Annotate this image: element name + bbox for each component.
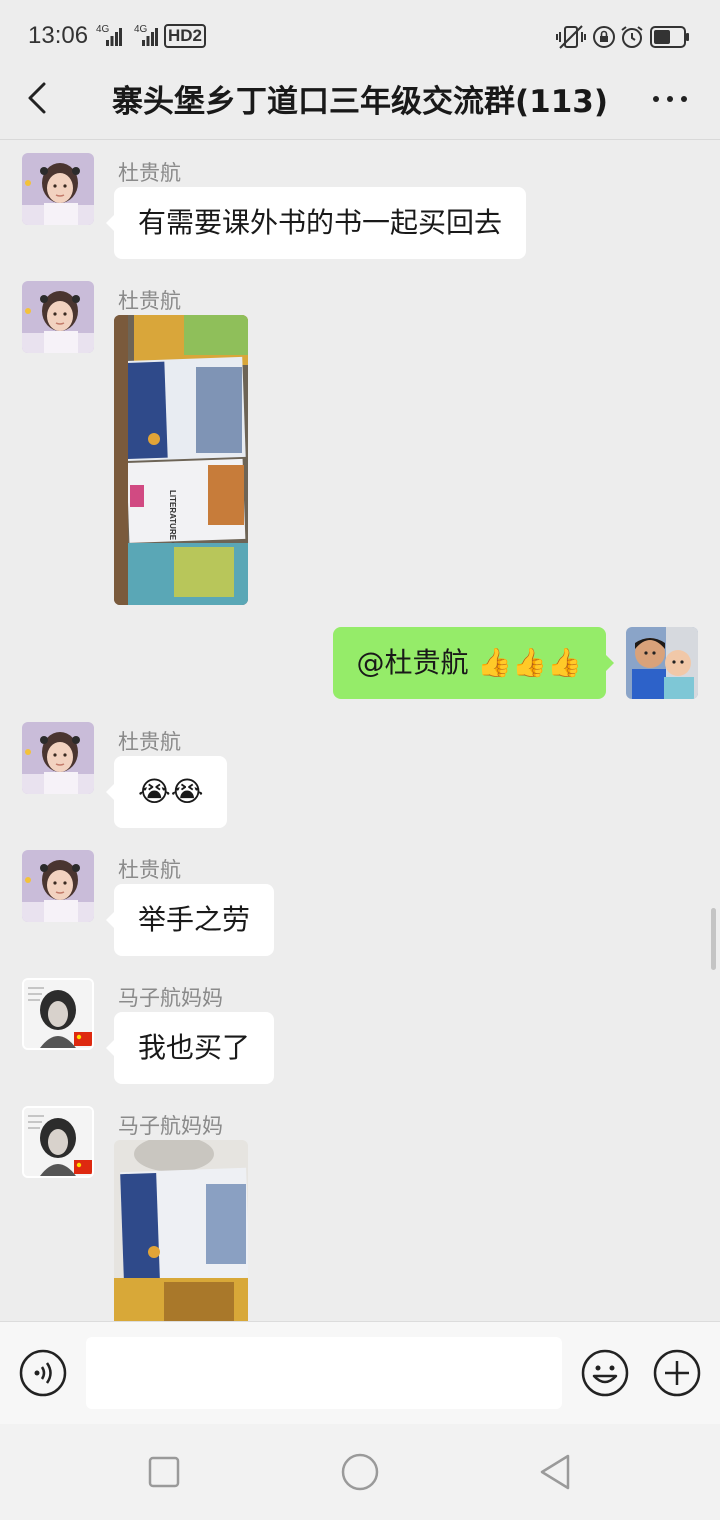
hd-badge: HD2 — [164, 24, 207, 48]
signal-icon-2 — [142, 28, 158, 46]
avatar-girl[interactable] — [22, 722, 94, 794]
sender-name: 杜贵航 — [118, 289, 181, 313]
sender-name: 杜贵航 — [118, 858, 181, 882]
message-bubble[interactable]: 举手之劳 — [105, 884, 275, 956]
scrollbar-thumb[interactable] — [711, 908, 716, 970]
girl-avatar-image — [22, 153, 94, 225]
home-icon[interactable] — [338, 1450, 382, 1494]
books-photo: LITERATURE OF CLASSIC — [114, 315, 248, 605]
status-time: 13:06 — [28, 22, 89, 49]
signal-icon — [106, 28, 122, 46]
battery-icon — [650, 26, 689, 48]
voice-input-icon[interactable] — [18, 1348, 68, 1398]
message-bubble[interactable]: 😭😭 — [105, 756, 228, 828]
back-arrow-icon[interactable] — [20, 78, 60, 118]
photo-message-books[interactable]: LITERATURE OF CLASSIC — [114, 315, 248, 605]
chat-title: 寨头堡乡丁道口三年级交流群(113) — [111, 84, 609, 120]
message-bubble-self[interactable]: @杜贵航 👍👍👍 — [332, 627, 614, 699]
back-nav-icon[interactable] — [536, 1452, 576, 1492]
message-list[interactable]: 杜贵航 有需要课外书的书一起买回去 杜贵航 LITERATURE OF CLAS… — [0, 141, 720, 1321]
sender-name: 马子航妈妈 — [118, 986, 223, 1010]
emoji-icon[interactable] — [580, 1348, 630, 1398]
message-bubble[interactable]: 有需要课外书的书一起买回去 — [105, 187, 527, 259]
girl-avatar-image — [22, 722, 94, 794]
photo-message-books[interactable] — [114, 1140, 248, 1321]
avatar-girl[interactable] — [22, 850, 94, 922]
message-bubble[interactable]: 我也买了 — [105, 1012, 275, 1084]
recent-apps-icon[interactable] — [144, 1452, 184, 1492]
alarm-icon — [621, 26, 643, 48]
kids-avatar-image — [626, 627, 698, 699]
input-bar — [0, 1321, 720, 1424]
girl-avatar-image — [22, 281, 94, 353]
woman-avatar-image — [24, 980, 92, 1048]
books-photo — [114, 1140, 248, 1321]
system-navigation-bar — [0, 1424, 720, 1520]
avatar-woman[interactable] — [22, 1106, 94, 1178]
chat-header: 寨头堡乡丁道口三年级交流群(113) — [0, 60, 720, 140]
rotation-lock-icon — [593, 26, 615, 48]
sender-name: 马子航妈妈 — [118, 1114, 223, 1138]
message-input[interactable] — [86, 1337, 562, 1409]
plus-icon[interactable] — [652, 1348, 702, 1398]
girl-avatar-image — [22, 850, 94, 922]
avatar-girl[interactable] — [22, 153, 94, 225]
more-options-icon[interactable] — [650, 84, 690, 114]
avatar-girl[interactable] — [22, 281, 94, 353]
sender-name: 杜贵航 — [118, 161, 181, 185]
avatar-self[interactable] — [626, 627, 698, 699]
sender-name: 杜贵航 — [118, 730, 181, 754]
vibrate-icon — [556, 25, 586, 49]
woman-avatar-image — [24, 1108, 92, 1176]
avatar-woman[interactable] — [22, 978, 94, 1050]
